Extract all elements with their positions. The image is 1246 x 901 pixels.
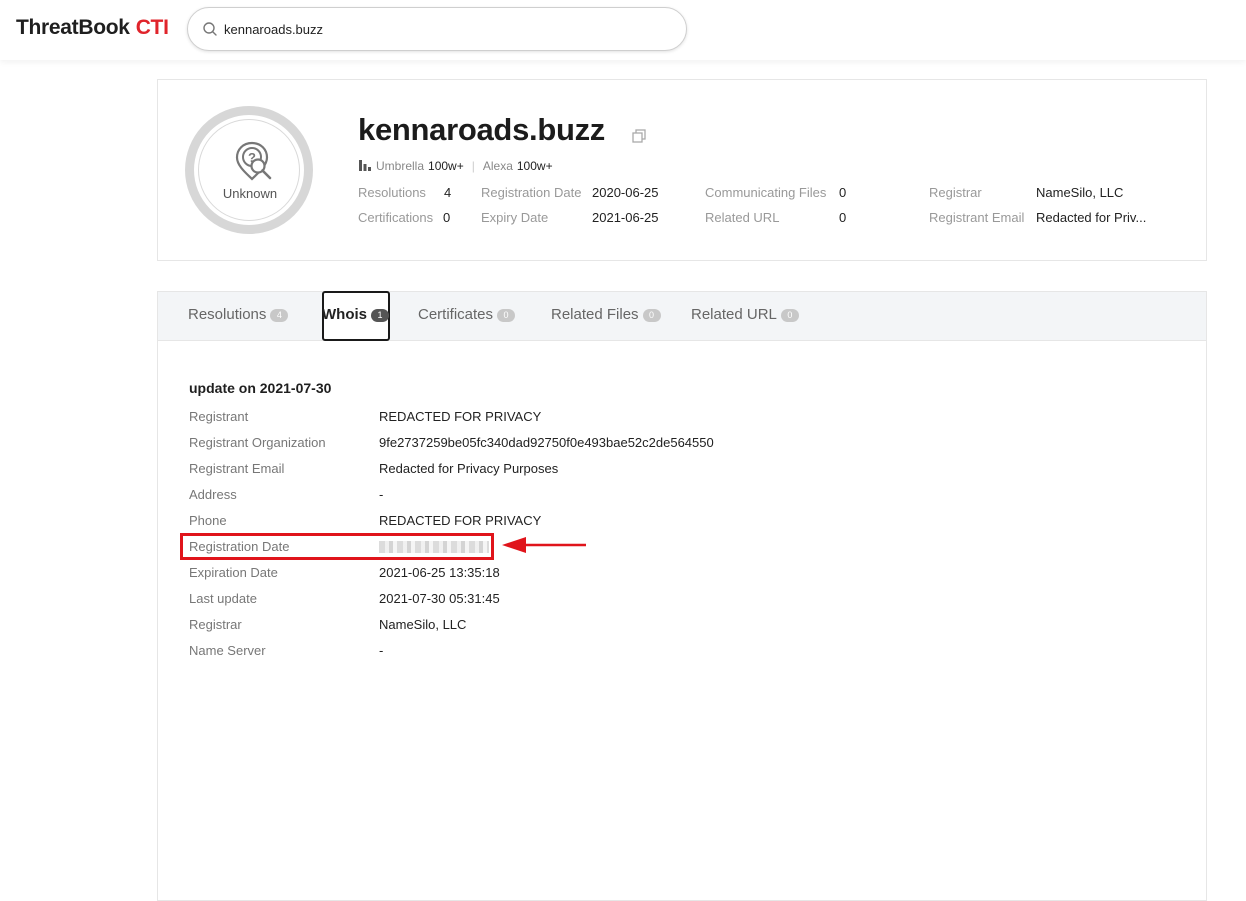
- meta-registrar: Registrar NameSilo, LLC: [929, 185, 1123, 200]
- search-icon: [203, 22, 217, 36]
- alexa-label: Alexa: [482, 159, 513, 173]
- meta-value: 2021-06-25: [592, 210, 659, 225]
- tab-label: Certificates: [418, 306, 494, 323]
- logo-text: ThreatBook: [16, 16, 130, 39]
- whois-key: Expiration Date: [189, 565, 278, 580]
- meta-value: 2020-06-25: [592, 185, 659, 200]
- tab-count: 1: [371, 309, 389, 322]
- highlight-box: [180, 533, 494, 560]
- meta-communicating-files: Communicating Files 0: [705, 185, 846, 200]
- red-arrow-icon: [502, 537, 586, 553]
- tab-label: Related Files: [551, 306, 639, 323]
- rank-separator: |: [471, 159, 475, 173]
- whois-value: -: [379, 487, 384, 502]
- whois-key: Registrant Email: [189, 461, 285, 476]
- tab-count: 0: [497, 309, 516, 322]
- meta-registrant-email: Registrant Email Redacted for Priv...: [929, 210, 1146, 225]
- tab-label: Resolutions: [188, 306, 267, 323]
- whois-value: REDACTED FOR PRIVACY: [379, 409, 542, 424]
- meta-resolutions: Resolutions 4: [358, 185, 451, 200]
- tab-label: Related URL: [691, 306, 777, 323]
- tab-related-url[interactable]: Related URL 0: [691, 306, 799, 323]
- tab-label: Whois: [322, 306, 367, 323]
- tab-certificates[interactable]: Certificates 0: [418, 306, 516, 323]
- meta-expiry-date: Expiry Date 2021-06-25: [481, 210, 659, 225]
- tab-resolutions[interactable]: Resolutions 4: [188, 306, 289, 323]
- whois-key: Registrant: [189, 409, 249, 424]
- meta-label: Resolutions: [358, 185, 426, 200]
- tab-whois[interactable]: Whois 1: [322, 306, 389, 323]
- copy-icon[interactable]: [631, 128, 647, 144]
- domain-title: kennaroads.buzz: [358, 112, 605, 147]
- meta-label: Registrant Email: [929, 210, 1025, 225]
- meta-label: Related URL: [705, 210, 780, 225]
- whois-value: -: [379, 643, 384, 658]
- alexa-value: 100w+: [516, 159, 553, 173]
- meta-related-url: Related URL 0: [705, 210, 846, 225]
- umbrella-value: 100w+: [428, 159, 464, 173]
- meta-label: Communicating Files: [705, 185, 827, 200]
- domain-summary-card: ? Unknown kennaroads.buzz Umbrella 100w+ |…: [157, 79, 1207, 261]
- bar-chart-icon: [359, 160, 371, 171]
- whois-value: 2021-06-25 13:35:18: [379, 565, 500, 580]
- top-bar: ThreatBook CTI: [0, 0, 1246, 60]
- whois-key: Name Server: [189, 643, 266, 658]
- whois-key: Registrant Organization: [189, 435, 326, 450]
- meta-value: 0: [839, 210, 847, 225]
- whois-key: Registrar: [189, 617, 242, 632]
- verdict-label: Unknown: [222, 186, 278, 201]
- unknown-magnifier-icon: ?: [235, 141, 272, 181]
- tab-count: 4: [270, 309, 289, 322]
- whois-value: NameSilo, LLC: [379, 617, 467, 632]
- tab-bar: Resolutions 4 Whois 1 Certificates 0 Relate…: [158, 291, 1206, 341]
- tab-count: 0: [780, 309, 799, 322]
- meta-value: 0: [443, 210, 451, 225]
- whois-key: Last update: [189, 591, 257, 606]
- threatbook-logo[interactable]: ThreatBook CTI: [16, 16, 169, 40]
- meta-value: 4: [444, 185, 452, 200]
- whois-value: 2021-07-30 05:31:45: [379, 591, 500, 606]
- whois-value: 9fe2737259be05fc340dad92750f0e493bae52c2…: [379, 435, 714, 450]
- meta-label: Registration Date: [481, 185, 582, 200]
- whois-value: Redacted for Privacy Purposes: [379, 461, 559, 476]
- meta-registration-date: Registration Date 2020-06-25: [481, 185, 659, 200]
- meta-value: 0: [839, 185, 847, 200]
- search-input[interactable]: [224, 16, 664, 42]
- meta-value: Redacted for Priv...: [1036, 210, 1147, 225]
- meta-label: Expiry Date: [481, 210, 549, 225]
- rank-row: Umbrella 100w+ | Alexa 100w+: [359, 159, 553, 173]
- whois-key: Phone: [189, 513, 227, 528]
- meta-certifications: Certifications 0: [358, 210, 450, 225]
- logo-accent: CTI: [135, 16, 169, 39]
- search-bar[interactable]: [187, 7, 687, 51]
- meta-label: Certifications: [358, 210, 434, 225]
- tab-related-files[interactable]: Related Files 0: [551, 306, 661, 323]
- whois-value: REDACTED FOR PRIVACY: [379, 513, 542, 528]
- meta-value: NameSilo, LLC: [1036, 185, 1124, 200]
- details-panel: Resolutions 4 Whois 1 Certificates 0 Relate…: [157, 291, 1207, 901]
- whois-key: Address: [189, 487, 237, 502]
- meta-label: Registrar: [929, 185, 982, 200]
- umbrella-label: Umbrella: [376, 159, 425, 173]
- verdict-badge: ? Unknown: [185, 106, 313, 234]
- whois-update-title: update on 2021-07-30: [189, 380, 332, 396]
- verdict-badge-inner: ? Unknown: [198, 119, 300, 221]
- tab-count: 0: [642, 309, 661, 322]
